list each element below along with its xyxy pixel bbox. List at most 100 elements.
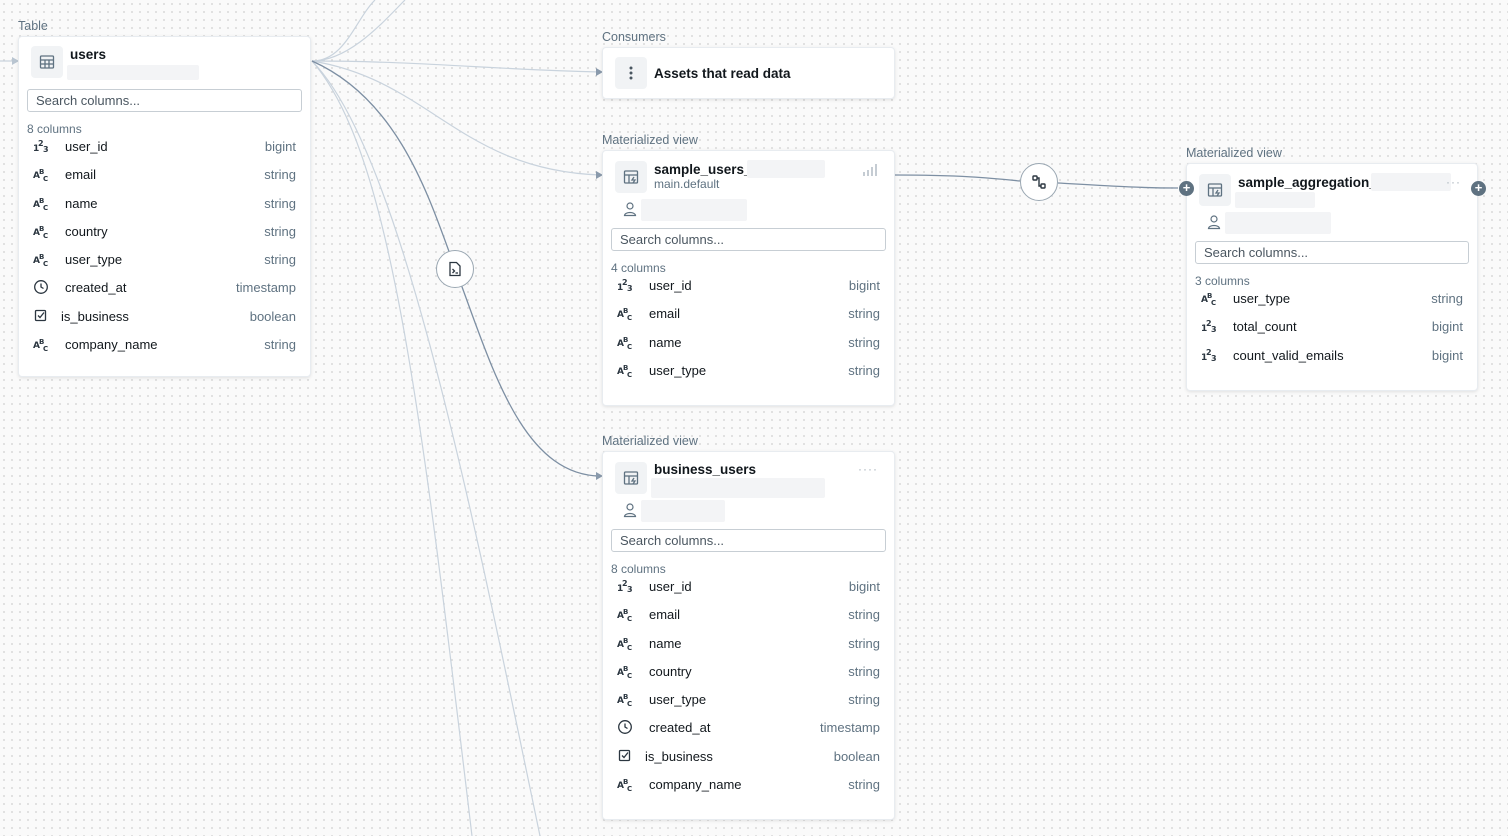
users-node-title[interactable]: users (70, 47, 106, 62)
svg-text:C: C (627, 700, 632, 707)
column-name: country (65, 223, 108, 239)
svg-text:C: C (627, 644, 632, 651)
column-type: string (264, 195, 296, 211)
sample-aggregation-node-title[interactable]: sample_aggregation_ (1238, 175, 1377, 190)
column-row[interactable]: A B C user_type string (1187, 284, 1477, 312)
svg-text:C: C (627, 314, 632, 321)
svg-text:C: C (43, 175, 48, 182)
string-icon: ABC (33, 166, 51, 183)
users-node[interactable]: users 8 columns 123 user_id bigint ABC email… (18, 36, 311, 377)
sample-aggregation-column-count: 3 columns (1195, 274, 1250, 288)
materialized-view-icon (615, 462, 647, 494)
users-node-label: Table (18, 19, 48, 33)
redacted-subtitle (67, 65, 199, 80)
more-horizontal-icon[interactable]: ···· (858, 462, 878, 476)
svg-text:3: 3 (627, 585, 633, 594)
column-row[interactable]: is_business boolean (19, 302, 310, 330)
string-icon: ABC (617, 635, 635, 652)
column-row[interactable]: 1 2 3 count_valid_emails bigint (1187, 341, 1477, 369)
column-type: boolean (833, 748, 880, 764)
user-icon (623, 202, 637, 217)
column-row[interactable]: A B C user_type string (19, 245, 310, 273)
column-type: bigint (848, 579, 880, 594)
column-name: user_id (649, 278, 692, 293)
column-type: string (848, 777, 880, 793)
column-name: created_at (65, 280, 127, 296)
column-type: boolean (249, 308, 296, 324)
column-name: user_type (649, 362, 707, 378)
column-row[interactable]: A B C name string (603, 328, 894, 356)
column-row[interactable]: A B C name string (603, 629, 894, 657)
column-row[interactable]: A B C name string (19, 189, 310, 217)
column-row[interactable]: 1 2 3 total_count bigint (1187, 312, 1477, 340)
column-row[interactable]: A B C company_name string (19, 330, 310, 358)
redacted-subtitle (651, 478, 825, 498)
consumers-node[interactable]: Assets that read data (602, 47, 895, 99)
table-icon (31, 46, 63, 78)
svg-text:3: 3 (43, 145, 49, 154)
notebook-job-node[interactable] (436, 250, 474, 288)
string-icon: ABC (33, 251, 51, 268)
consumers-node-title[interactable]: Assets that read data (654, 66, 791, 81)
more-vertical-icon[interactable] (615, 57, 647, 89)
column-name: created_at (649, 720, 711, 736)
clock-icon (617, 719, 635, 735)
redacted-owner (1225, 212, 1331, 234)
column-row[interactable]: A B C company_name string (603, 770, 894, 798)
redacted-owner (641, 500, 725, 522)
clock-icon (33, 279, 51, 295)
column-type: timestamp (820, 720, 880, 736)
column-row[interactable]: 1 2 3 user_id bigint (19, 132, 310, 160)
column-row[interactable]: 1 2 3 user_id bigint (603, 271, 894, 299)
edge-sample-agg-b (1057, 182, 1179, 189)
column-type: string (848, 635, 880, 651)
column-row[interactable]: created_at timestamp (19, 273, 310, 301)
sample-users-node-subtitle: main.default (654, 177, 720, 191)
business-users-search-input[interactable] (611, 529, 886, 552)
sample-users-node[interactable]: sample_users_ main.default 4 columns 123… (602, 150, 895, 406)
column-row[interactable]: A B C user_type string (603, 685, 894, 713)
string-icon: ABC (33, 336, 51, 353)
column-row[interactable]: A B C country string (19, 217, 310, 245)
sample-aggregation-node[interactable]: sample_aggregation_ ··· 3 columns ABC use… (1186, 163, 1478, 391)
string-icon: ABC (617, 691, 635, 708)
signal-bars-icon (862, 163, 878, 181)
sample-users-node-title[interactable]: sample_users_ (654, 162, 752, 177)
users-search-input[interactable] (27, 89, 302, 112)
sample-users-column-count: 4 columns (611, 261, 666, 275)
svg-text:C: C (43, 345, 48, 352)
column-type: string (264, 252, 296, 268)
edge-sample-agg-a (894, 174, 1021, 182)
number-icon: 123 (617, 578, 635, 594)
redacted-subtitle (1235, 192, 1315, 208)
more-horizontal-icon[interactable]: ··· (1446, 175, 1461, 189)
pipeline-job-node[interactable] (1020, 163, 1058, 201)
column-row[interactable]: A B C country string (603, 657, 894, 685)
checkbox-icon (617, 748, 635, 764)
column-row[interactable]: A B C email string (603, 600, 894, 628)
edge-users-sample (311, 60, 601, 176)
expand-upstream-plus-icon[interactable]: + (1179, 181, 1194, 196)
column-name: email (649, 607, 681, 623)
column-row[interactable]: 1 2 3 user_id bigint (603, 572, 894, 600)
column-row[interactable]: A B C email string (19, 160, 310, 188)
column-row[interactable]: A B C user_type string (603, 356, 894, 384)
string-icon: ABC (617, 362, 635, 379)
string-icon: ABC (33, 223, 51, 240)
expand-downstream-plus-icon[interactable]: + (1471, 181, 1486, 196)
business-users-node-title[interactable]: business_users (654, 462, 756, 477)
edge-users-consumers (311, 60, 601, 73)
sample-aggregation-search-input[interactable] (1195, 241, 1469, 264)
column-row[interactable]: is_business boolean (603, 742, 894, 770)
notebook-icon (449, 261, 461, 277)
column-name: user_type (649, 692, 707, 708)
sample-users-search-input[interactable] (611, 228, 886, 251)
column-type: string (848, 607, 880, 623)
business-users-node[interactable]: business_users ···· 8 columns 123 user_id… (602, 451, 895, 820)
column-name: name (649, 635, 682, 651)
string-icon: ABC (617, 663, 635, 680)
column-row[interactable]: A B C email string (603, 299, 894, 327)
column-type: bigint (1431, 319, 1463, 335)
column-row[interactable]: created_at timestamp (603, 713, 894, 741)
column-type: string (848, 362, 880, 378)
